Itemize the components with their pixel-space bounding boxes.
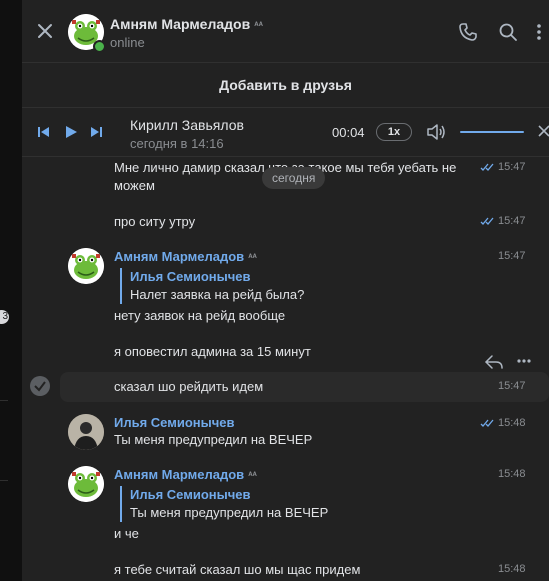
audio-player: Кирилл Завьялов сегодня в 14:16 00:04 1x xyxy=(22,108,549,157)
reply-icon[interactable] xyxy=(484,354,504,370)
chat-panel: Амням Мармеладов ᴬᴬ online Добавить в дру… xyxy=(22,0,549,581)
left-sidebar-edge: 3 xyxy=(0,0,22,581)
divider xyxy=(0,480,8,481)
avatar[interactable] xyxy=(68,414,104,450)
play-icon[interactable] xyxy=(64,125,78,139)
message-text: я тебе считай сказал шо мы щас придем xyxy=(114,562,361,577)
message-time: 15:47 xyxy=(498,215,526,227)
quote-author: Илья Семионычев xyxy=(130,487,251,502)
message-text: и че xyxy=(114,526,139,541)
more-horizontal-icon[interactable] xyxy=(516,358,532,364)
message-text: Ты меня предупредил на ВЕЧЕР xyxy=(114,432,313,447)
divider xyxy=(0,400,8,401)
phone-icon[interactable] xyxy=(458,22,478,42)
select-message-checkbox[interactable] xyxy=(30,376,50,396)
sender-name[interactable]: Илья Семионычев xyxy=(114,415,235,430)
message-text: я оповестил админа за 15 минут xyxy=(114,344,311,359)
reply-quote[interactable]: Илья Семионычев Ты меня предупредил на В… xyxy=(120,486,328,522)
message-time: 15:48 xyxy=(498,563,526,575)
track-subtitle: сегодня в 14:16 xyxy=(130,136,224,151)
chat-title[interactable]: Амням Мармеладов ᴬᴬ xyxy=(110,16,263,32)
search-icon[interactable] xyxy=(498,22,518,42)
chat-header: Амням Мармеладов ᴬᴬ online xyxy=(22,0,549,63)
nickname-badge: ᴬᴬ xyxy=(248,252,257,262)
add-friend-button[interactable]: Добавить в друзья xyxy=(22,63,549,108)
message-time: 15:47 xyxy=(498,250,526,262)
message-text: нету заявок на рейд вообще xyxy=(114,308,286,323)
next-track-icon[interactable] xyxy=(90,125,102,139)
chat-status: online xyxy=(110,35,145,50)
date-separator: сегодня xyxy=(262,167,326,189)
sender-name[interactable]: Амням Мармеладов ᴬᴬ xyxy=(114,467,257,482)
unread-badge[interactable]: 3 xyxy=(0,310,9,324)
track-time: 00:04 xyxy=(332,125,365,140)
online-indicator xyxy=(93,40,106,53)
close-icon[interactable] xyxy=(36,22,54,40)
message-text: про ситу утру xyxy=(114,214,196,229)
volume-icon[interactable] xyxy=(426,123,446,141)
message-time: 15:47 xyxy=(498,380,526,392)
quote-author: Илья Семионычев xyxy=(130,269,251,284)
read-check-icon xyxy=(480,163,494,171)
volume-slider[interactable] xyxy=(460,131,524,133)
nickname-badge: ᴬᴬ xyxy=(254,20,263,30)
playback-speed-button[interactable]: 1x xyxy=(376,123,412,141)
avatar[interactable] xyxy=(68,466,104,502)
more-vertical-icon[interactable] xyxy=(534,22,544,42)
previous-track-icon[interactable] xyxy=(38,125,50,139)
sender-name[interactable]: Амням Мармеладов ᴬᴬ xyxy=(114,249,257,264)
nickname-badge: ᴬᴬ xyxy=(248,470,257,480)
avatar[interactable] xyxy=(68,248,104,284)
track-title[interactable]: Кирилл Завьялов xyxy=(130,117,244,133)
message-time: 15:47 xyxy=(498,161,526,173)
checkmark-icon xyxy=(34,381,46,392)
close-player-icon[interactable] xyxy=(538,125,549,137)
read-check-icon xyxy=(480,419,494,427)
quote-text: Ты меня предупредил на ВЕЧЕР xyxy=(130,505,329,520)
message-time: 15:48 xyxy=(498,468,526,480)
reply-quote[interactable]: Илья Семионычев Налет заявка на рейд был… xyxy=(120,268,304,304)
message-text: сказал шо рейдить идем xyxy=(114,379,264,394)
read-check-icon xyxy=(480,217,494,225)
message-time: 15:48 xyxy=(498,417,526,429)
quote-text: Налет заявка на рейд была? xyxy=(130,287,305,302)
